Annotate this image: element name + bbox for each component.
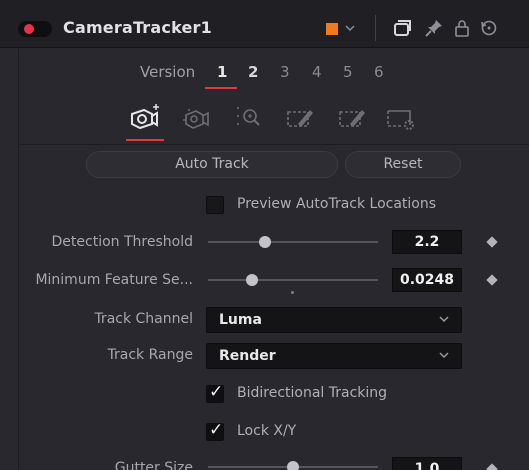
lock-xy-checkbox[interactable]: ✓: [206, 420, 224, 441]
version-5[interactable]: 5: [343, 63, 353, 81]
min-feature-sep-thumb[interactable]: [246, 274, 258, 286]
color-swatch[interactable]: [326, 23, 338, 35]
auto-track-button[interactable]: Auto Track: [86, 151, 338, 178]
version-6[interactable]: 6: [374, 63, 384, 81]
gutter-size-thumb[interactable]: [287, 461, 299, 470]
lock-xy-label: Lock X/Y: [237, 423, 297, 439]
checkmark-icon: ✓: [209, 420, 224, 440]
track-range-value: Render: [219, 348, 276, 364]
version-3[interactable]: 3: [280, 63, 290, 81]
settings-tab-icon[interactable]: [384, 102, 418, 134]
min-feature-sep-label: Minimum Feature Se...: [35, 272, 193, 288]
pin-icon[interactable]: [423, 17, 445, 39]
preview-autotrack-checkbox[interactable]: [206, 196, 224, 214]
tool-enable-toggle[interactable]: [18, 21, 52, 37]
window-icon[interactable]: [391, 17, 413, 39]
min-feature-sep-default-mark: [291, 291, 294, 294]
version-1[interactable]: 1: [217, 63, 227, 81]
tool-tabs: [0, 102, 529, 138]
version-label: Version: [140, 63, 196, 81]
detection-threshold-slider[interactable]: [208, 241, 378, 243]
gutter-size-field[interactable]: 1.0: [392, 457, 462, 470]
track-channel-value: Luma: [219, 312, 262, 328]
chevron-down-icon: [439, 316, 449, 323]
gutter-size-label: Gutter Size: [114, 460, 193, 470]
options-tab-icon[interactable]: [336, 102, 370, 134]
track-range-label: Track Range: [107, 347, 193, 363]
detection-threshold-thumb[interactable]: [259, 236, 271, 248]
track-channel-label: Track Channel: [94, 311, 193, 327]
enable-dot-icon: [24, 24, 34, 34]
min-feature-sep-field[interactable]: 0.0248: [392, 268, 462, 292]
version-4[interactable]: 4: [312, 63, 322, 81]
version-active-indicator: [205, 87, 237, 89]
lock-icon[interactable]: [451, 17, 473, 39]
preview-autotrack-label: Preview AutoTrack Locations: [237, 196, 437, 212]
tool-title[interactable]: CameraTracker1: [63, 18, 212, 37]
chevron-down-icon: [439, 352, 449, 359]
bidirectional-tracking-label: Bidirectional Tracking: [237, 385, 388, 401]
camera-tab-icon[interactable]: [180, 102, 214, 134]
version-2[interactable]: 2: [248, 63, 258, 81]
tab-active-indicator: [126, 139, 164, 141]
reset-icon[interactable]: [478, 17, 500, 39]
detection-threshold-label: Detection Threshold: [51, 234, 193, 250]
track-range-dropdown[interactable]: Render: [206, 343, 462, 369]
tool-header: CameraTracker1: [0, 0, 529, 48]
version-selector: Version 1 2 3 4 5 6: [0, 60, 529, 86]
min-feature-sep-slider[interactable]: [208, 279, 378, 281]
reset-button[interactable]: Reset: [345, 151, 461, 178]
header-divider: [375, 15, 376, 41]
solve-tab-icon[interactable]: [232, 102, 266, 134]
tabs-divider: [18, 144, 529, 145]
chevron-down-icon[interactable]: [343, 19, 357, 37]
export-tab-icon[interactable]: [284, 102, 318, 134]
track-tab-icon[interactable]: [128, 102, 162, 134]
track-channel-dropdown[interactable]: Luma: [206, 307, 462, 333]
checkmark-icon: ✓: [209, 382, 224, 402]
bidirectional-tracking-checkbox[interactable]: ✓: [206, 382, 224, 403]
detection-threshold-field[interactable]: 2.2: [392, 230, 462, 254]
